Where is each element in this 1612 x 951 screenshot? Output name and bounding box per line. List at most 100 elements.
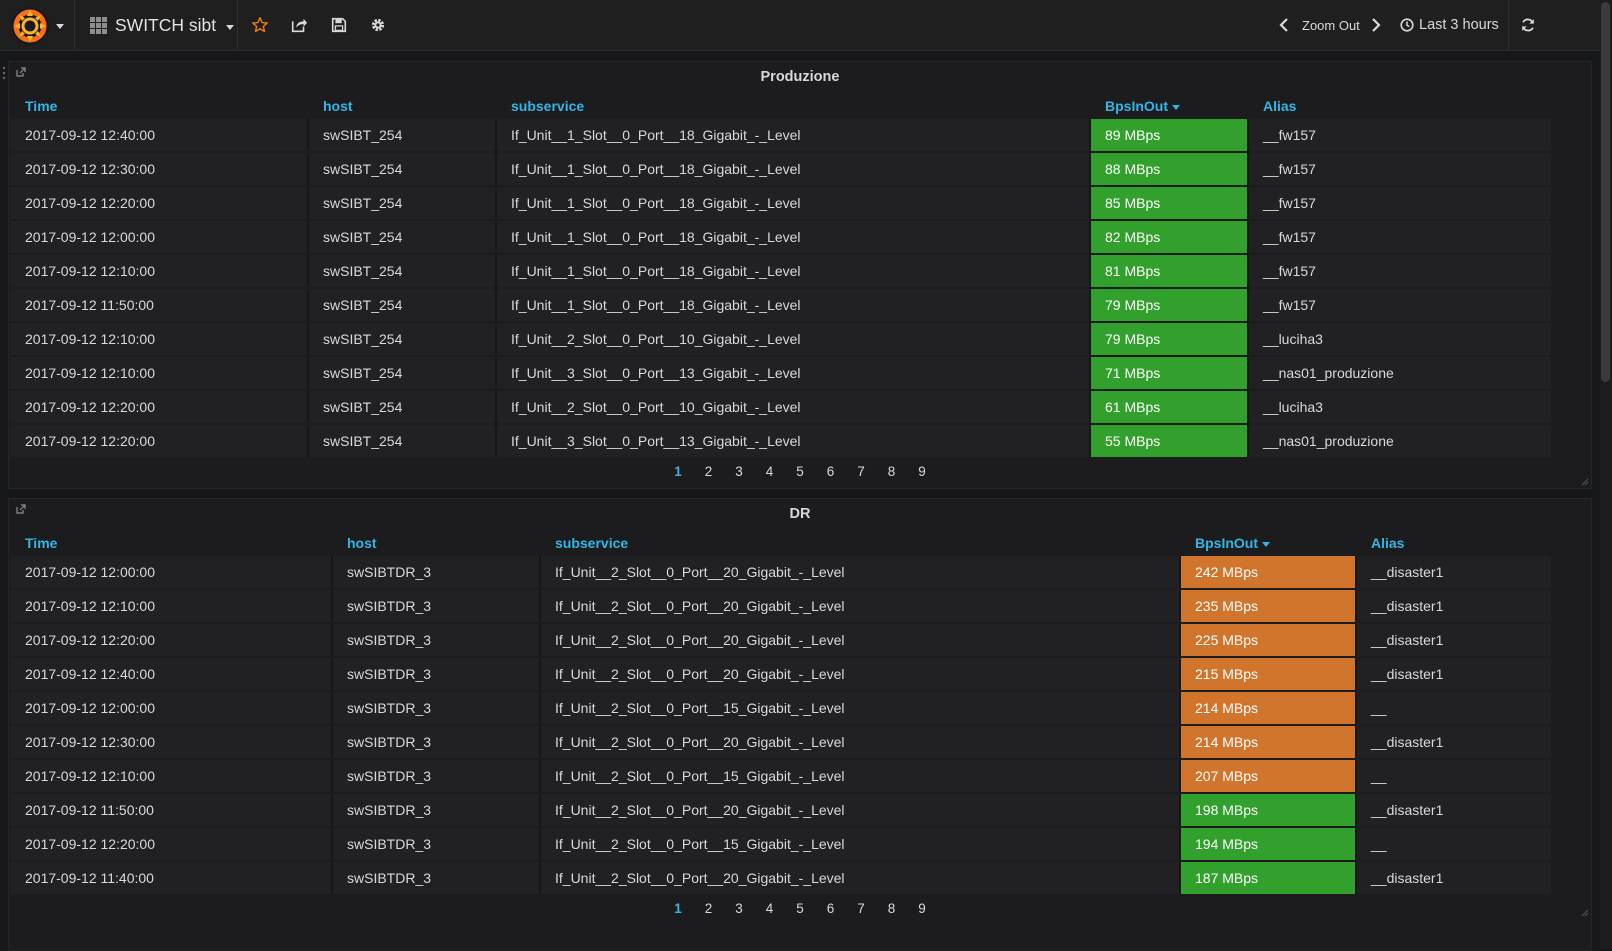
- cell-alias: __disaster1: [1357, 658, 1551, 690]
- page-link[interactable]: 9: [907, 464, 938, 479]
- cell-bpsinout: 215 MBps: [1181, 658, 1357, 690]
- panel-title[interactable]: DR: [9, 506, 1591, 522]
- table-row: 2017-09-12 12:20:00 swSIBT_254 If_Unit__3_…: [11, 425, 1551, 457]
- page-link[interactable]: 8: [876, 901, 907, 916]
- refresh-button[interactable]: [1516, 13, 1540, 37]
- cell-bpsinout: 81 MBps: [1091, 255, 1249, 287]
- cell-subservice: If_Unit__1_Slot__0_Port__18_Gigabit_-_Le…: [497, 255, 1091, 287]
- page-link[interactable]: 1: [663, 464, 694, 479]
- cell-host: swSIBTDR_3: [333, 556, 541, 588]
- dashboard-title: SWITCH sibt: [115, 14, 217, 35]
- cell-bpsinout: 242 MBps: [1181, 556, 1357, 588]
- time-range-picker[interactable]: Last 3 hours: [1400, 13, 1499, 37]
- cell-subservice: If_Unit__2_Slot__0_Port__20_Gigabit_-_Le…: [541, 726, 1181, 758]
- save-dashboard-button[interactable]: [327, 13, 351, 37]
- column-header-alias[interactable]: Alias: [1249, 95, 1551, 117]
- top-navbar: SWITCH sibt Zoom Out Last 3 hours: [0, 0, 1600, 51]
- page-link[interactable]: 2: [693, 464, 724, 479]
- page-link[interactable]: 7: [846, 901, 877, 916]
- time-back-button[interactable]: [1278, 13, 1290, 37]
- page-link[interactable]: 8: [876, 464, 907, 479]
- cell-host: swSIBTDR_3: [333, 658, 541, 690]
- panel-resize-icon[interactable]: [1579, 476, 1589, 486]
- page-link[interactable]: 1: [663, 901, 694, 916]
- cell-time: 2017-09-12 12:10:00: [11, 760, 333, 792]
- table-panel-produzione: Produzione Time host subservice BpsInOut…: [8, 61, 1592, 489]
- cell-bpsinout: 235 MBps: [1181, 590, 1357, 622]
- gear-icon: [371, 18, 385, 32]
- divider: [74, 0, 75, 50]
- panel-title[interactable]: Produzione: [9, 69, 1591, 85]
- cell-bpsinout: 207 MBps: [1181, 760, 1357, 792]
- time-forward-button[interactable]: [1370, 13, 1382, 37]
- page-link[interactable]: 3: [724, 464, 755, 479]
- cell-host: swSIBT_254: [309, 357, 497, 389]
- divider: [237, 0, 238, 50]
- table-row: 2017-09-12 12:10:00 swSIBT_254 If_Unit__1_…: [11, 255, 1551, 287]
- cell-time: 2017-09-12 12:30:00: [11, 153, 309, 185]
- cell-host: swSIBT_254: [309, 255, 497, 287]
- column-header-bpsinout[interactable]: BpsInOut: [1091, 95, 1249, 117]
- cell-time: 2017-09-12 11:50:00: [11, 289, 309, 321]
- cell-host: swSIBT_254: [309, 289, 497, 321]
- cell-bpsinout: 225 MBps: [1181, 624, 1357, 656]
- column-header-host[interactable]: host: [333, 532, 541, 554]
- cell-time: 2017-09-12 12:20:00: [11, 187, 309, 219]
- table-row: 2017-09-12 12:00:00 swSIBTDR_3 If_Unit__2_…: [11, 556, 1551, 588]
- page-link[interactable]: 3: [724, 901, 755, 916]
- cell-alias: __fw157: [1249, 255, 1551, 287]
- cell-subservice: If_Unit__2_Slot__0_Port__20_Gigabit_-_Le…: [541, 658, 1181, 690]
- page-link[interactable]: 4: [754, 464, 785, 479]
- cell-subservice: If_Unit__2_Slot__0_Port__10_Gigabit_-_Le…: [497, 391, 1091, 423]
- page-link[interactable]: 6: [815, 901, 846, 916]
- cell-alias: __disaster1: [1357, 862, 1551, 894]
- column-header-subservice[interactable]: subservice: [497, 95, 1091, 117]
- column-header-time[interactable]: Time: [11, 95, 309, 117]
- page-link[interactable]: 5: [785, 464, 816, 479]
- cell-time: 2017-09-12 12:10:00: [11, 590, 333, 622]
- clock-icon: [1400, 18, 1414, 32]
- page-link[interactable]: 4: [754, 901, 785, 916]
- column-header-host[interactable]: host: [309, 95, 497, 117]
- column-header-bpsinout[interactable]: BpsInOut: [1181, 532, 1357, 554]
- page-link[interactable]: 6: [815, 464, 846, 479]
- dashboard-picker[interactable]: SWITCH sibt: [90, 13, 235, 37]
- cell-subservice: If_Unit__2_Slot__0_Port__10_Gigabit_-_Le…: [497, 323, 1091, 355]
- dashboard-grid-icon: [90, 16, 107, 34]
- share-icon: [291, 18, 308, 33]
- panel-resize-icon[interactable]: [1579, 907, 1589, 917]
- chevron-left-icon: [1279, 18, 1288, 32]
- zoom-out-label: Zoom Out: [1302, 17, 1360, 33]
- pagination: 123456789: [9, 901, 1591, 916]
- zoom-out-button[interactable]: Zoom Out: [1302, 13, 1360, 37]
- cell-bpsinout: 85 MBps: [1091, 187, 1249, 219]
- share-dashboard-button[interactable]: [287, 13, 311, 37]
- cell-subservice: If_Unit__2_Slot__0_Port__15_Gigabit_-_Le…: [541, 828, 1181, 860]
- page-link[interactable]: 5: [785, 901, 816, 916]
- column-header-time[interactable]: Time: [11, 532, 333, 554]
- star-dashboard-button[interactable]: [248, 13, 272, 37]
- column-header-subservice[interactable]: subservice: [541, 532, 1181, 554]
- column-header-alias[interactable]: Alias: [1357, 532, 1551, 554]
- cell-subservice: If_Unit__3_Slot__0_Port__13_Gigabit_-_Le…: [497, 357, 1091, 389]
- cell-alias: __nas01_produzione: [1249, 357, 1551, 389]
- page-link[interactable]: 7: [846, 464, 877, 479]
- row-drag-handle-icon[interactable]: [2, 66, 6, 80]
- table-row: 2017-09-12 12:20:00 swSIBTDR_3 If_Unit__2_…: [11, 828, 1551, 860]
- cell-host: swSIBT_254: [309, 425, 497, 457]
- page-link[interactable]: 2: [693, 901, 724, 916]
- cell-subservice: If_Unit__1_Slot__0_Port__18_Gigabit_-_Le…: [497, 119, 1091, 151]
- cell-bpsinout: 198 MBps: [1181, 794, 1357, 826]
- pagination: 123456789: [9, 464, 1591, 479]
- table-row: 2017-09-12 12:30:00 swSIBTDR_3 If_Unit__2_…: [11, 726, 1551, 758]
- table-row: 2017-09-12 12:10:00 swSIBT_254 If_Unit__2_…: [11, 323, 1551, 355]
- cell-alias: __: [1357, 828, 1551, 860]
- table-row: 2017-09-12 12:00:00 swSIBT_254 If_Unit__1_…: [11, 221, 1551, 253]
- cell-bpsinout: 82 MBps: [1091, 221, 1249, 253]
- settings-button[interactable]: [366, 13, 390, 37]
- page-scrollbar-thumb[interactable]: [1601, 2, 1610, 382]
- page-link[interactable]: 9: [907, 901, 938, 916]
- cell-host: swSIBTDR_3: [333, 760, 541, 792]
- cell-alias: __disaster1: [1357, 794, 1551, 826]
- grafana-menu-button[interactable]: [10, 6, 66, 46]
